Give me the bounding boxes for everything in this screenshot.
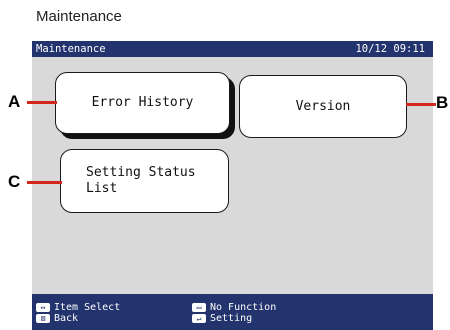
footer-setting: ↵ Setting xyxy=(192,313,252,324)
version-label: Version xyxy=(295,98,351,114)
back-icon: ⊠ xyxy=(36,314,50,323)
callout-line-c xyxy=(27,181,62,184)
title-bar: Maintenance 10/12 09:11 xyxy=(32,41,433,57)
footer-label: No Function xyxy=(210,302,277,313)
callout-a: A xyxy=(8,92,21,111)
version-button[interactable]: Version xyxy=(239,75,407,138)
callout-line-b xyxy=(406,103,436,106)
arrows-horizontal-icon: ↔ xyxy=(36,303,50,312)
footer-label: Back xyxy=(54,313,79,324)
footer-bar: ↔ Item Select ⊠ Back ▭ No Function ↵ Set… xyxy=(32,294,433,330)
footer-label: Item Select xyxy=(54,302,121,313)
footer-back: ⊠ Back xyxy=(36,313,78,324)
enter-icon: ↵ xyxy=(192,314,206,323)
callout-b: B xyxy=(436,93,449,112)
error-history-button[interactable]: Error History xyxy=(55,72,230,134)
square-button-icon: ▭ xyxy=(192,303,206,312)
setting-status-list-label: Setting Status List xyxy=(86,165,196,196)
callout-c: C xyxy=(8,172,21,191)
setting-status-list-button[interactable]: Setting Status List xyxy=(60,149,229,213)
footer-no-function: ▭ No Function xyxy=(192,302,276,313)
date-time: 10/12 09:11 xyxy=(355,43,425,55)
figure-caption: Maintenance xyxy=(36,8,122,25)
footer-label: Setting xyxy=(210,313,253,324)
error-history-label: Error History xyxy=(91,95,194,110)
screen-title: Maintenance xyxy=(36,43,106,55)
callout-line-a xyxy=(27,101,57,104)
footer-item-select: ↔ Item Select xyxy=(36,302,120,313)
maintenance-screen: Maintenance 10/12 09:11 Error History Ve… xyxy=(32,41,433,330)
